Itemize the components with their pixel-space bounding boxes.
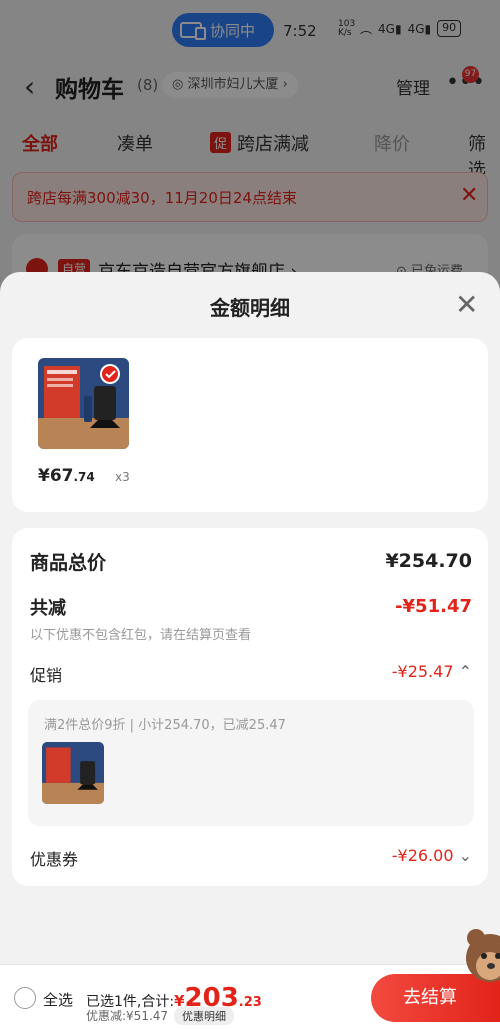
mascot-icon[interactable] xyxy=(462,928,500,998)
chevron-down-icon: ⌄ xyxy=(458,846,472,865)
total-label: 商品总价 xyxy=(30,552,107,574)
price-breakdown: 商品总价 ¥254.70 共减 -¥51.47 以下优惠不包含红包，请在结算页查… xyxy=(12,528,488,886)
total-value: ¥254.70 xyxy=(385,550,472,572)
sheet-title: 金额明细 xyxy=(210,296,290,320)
product-image[interactable] xyxy=(38,358,129,449)
reduce-label: 共减 xyxy=(30,598,66,619)
reduce-note: 以下优惠不包含红包，请在结算页查看 xyxy=(30,628,252,643)
select-all-label[interactable]: 全选 xyxy=(43,989,73,1010)
discount-summary: 优惠减:¥51.47 优惠明细 xyxy=(86,1007,235,1025)
product-price: ¥67.74 xyxy=(38,466,95,486)
promo-detail-box: 满2件总价9折 | 小计254.70，已减25.47 xyxy=(28,700,474,826)
promo-product-image xyxy=(42,742,104,804)
chevron-up-icon: ⌃ xyxy=(458,662,472,681)
amount-detail-sheet: 金额明细 ✕ ¥67.74 x3 商品总价 ¥254.70 共减 -¥51.47… xyxy=(0,272,500,1029)
product-quantity: x3 xyxy=(115,470,130,484)
reduce-value: -¥51.47 xyxy=(395,596,472,617)
coupon-value[interactable]: -¥26.00 ⌄ xyxy=(392,846,472,865)
product-card: ¥67.74 x3 xyxy=(12,338,488,512)
close-icon[interactable]: ✕ xyxy=(455,288,478,321)
select-all-checkbox[interactable] xyxy=(14,987,36,1009)
promo-label: 促销 xyxy=(30,666,63,685)
discount-detail-button[interactable]: 优惠明细 xyxy=(174,1007,235,1025)
checkout-bar: 全选 已选1件,合计:¥203.23 优惠减:¥51.47 优惠明细 去结算 xyxy=(0,964,500,1029)
promo-value[interactable]: -¥25.47 ⌃ xyxy=(392,662,472,681)
promo-detail-text: 满2件总价9折 | 小计254.70，已减25.47 xyxy=(44,718,286,733)
coupon-label: 优惠券 xyxy=(30,850,79,869)
